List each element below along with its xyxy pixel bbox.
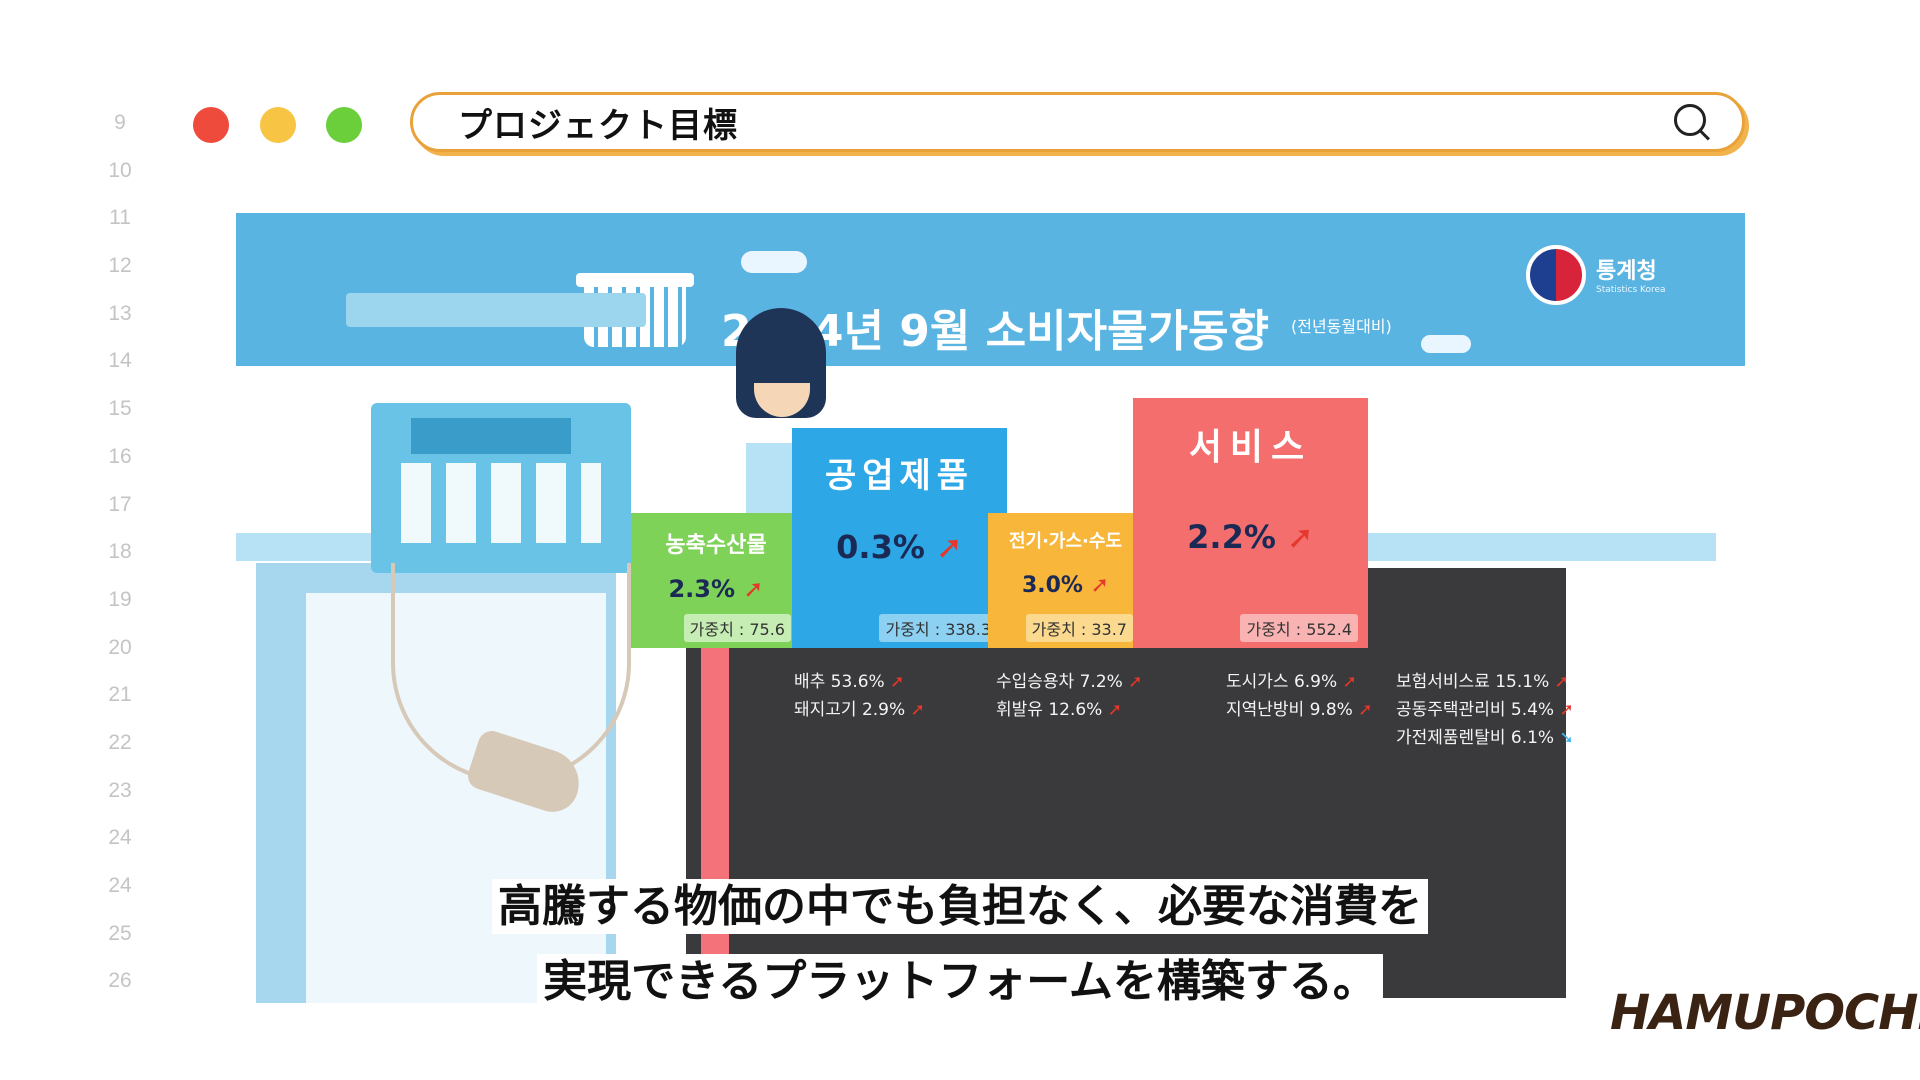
maximize-window-button[interactable] [326, 107, 362, 143]
line-number: 22 [108, 730, 132, 754]
category-value: 2.3% ➚ [668, 575, 764, 603]
item-list-agri: 배추 53.6% ➚ 돼지고기 2.9% ➚ [794, 668, 925, 724]
category-label: 전기·가스·수도 [1008, 531, 1123, 552]
list-item: 돼지고기 2.9% ➚ [794, 700, 925, 720]
line-number: 24 [108, 826, 132, 850]
watermark-logo: HAMUPOCHI [1610, 985, 1920, 1041]
line-number: 20 [108, 635, 132, 659]
category-utilities: 전기·가스·수도 3.0% ➚ 가중치 : 33.7 [988, 513, 1143, 648]
list-item: 가전제품렌탈비 6.1% ➘ [1396, 728, 1574, 748]
line-number: 18 [108, 540, 132, 564]
line-number: 16 [108, 444, 132, 468]
list-item: 보험서비스료 15.1% ➚ [1396, 672, 1569, 692]
line-number: 15 [108, 397, 132, 421]
category-services: 서비스 2.2% ➚ 가중치 : 552.4 [1133, 398, 1368, 648]
subtitle-text: 高騰する物価の中でも負担なく、必要な消費を [492, 879, 1428, 934]
cloud-icon [1421, 335, 1471, 353]
line-number: 23 [108, 778, 132, 802]
category-label: 서비스 [1188, 427, 1313, 468]
subtitle-line-1: 高騰する物価の中でも負担なく、必要な消費を [0, 870, 1920, 934]
item-list-utilities: 도시가스 6.9% ➚ 지역난방비 9.8% ➚ [1226, 668, 1372, 724]
category-weight: 가중치 : 338.3 [879, 614, 997, 642]
line-number: 13 [108, 301, 132, 325]
up-arrow-icon: ➚ [1090, 573, 1110, 598]
up-arrow-icon: ➚ [1287, 518, 1314, 556]
category-weight: 가중치 : 552.4 [1240, 614, 1358, 642]
line-number: 12 [108, 254, 132, 278]
line-number: 9 [114, 111, 126, 134]
category-weight: 가중치 : 33.7 [1025, 614, 1133, 642]
list-item: 휘발유 12.6% ➚ [996, 700, 1122, 720]
list-item: 배추 53.6% ➚ [794, 672, 905, 692]
org-subtitle: Statistics Korea [1596, 285, 1666, 295]
category-value: 2.2% ➚ [1187, 518, 1314, 556]
line-number: 10 [108, 158, 132, 182]
search-icon[interactable] [1672, 102, 1712, 142]
list-item: 도시가스 6.9% ➚ [1226, 672, 1357, 692]
list-item: 지역난방비 9.8% ➚ [1226, 700, 1373, 720]
org-name: 통계청 [1596, 259, 1657, 284]
close-window-button[interactable] [193, 107, 229, 143]
line-number: 21 [108, 683, 132, 707]
register-stand [346, 293, 646, 327]
category-value: 3.0% ➚ [1021, 573, 1110, 598]
up-arrow-icon: ➚ [936, 528, 963, 566]
category-label: 공업제품 [824, 456, 975, 496]
list-item: 공동주택관리비 5.4% ➚ [1396, 700, 1574, 720]
shelf-accent [701, 603, 729, 1003]
category-label: 농축수산물 [665, 533, 767, 558]
line-number: 17 [108, 492, 132, 516]
cash-register-icon [371, 403, 631, 573]
category-value: 0.3% ➚ [836, 528, 963, 566]
minimize-window-button[interactable] [260, 107, 296, 143]
category-industrial: 공업제품 0.3% ➚ 가중치 : 338.3 [792, 428, 1007, 648]
up-arrow-icon: ➚ [743, 575, 764, 603]
item-list-industrial: 수입승용차 7.2% ➚ 휘발유 12.6% ➚ [996, 668, 1142, 724]
cloud-icon [741, 251, 807, 273]
item-list-services: 보험서비스료 15.1% ➚ 공동주택관리비 5.4% ➚ 가전제품렌탈비 6.… [1396, 668, 1574, 752]
line-number: 14 [108, 349, 132, 373]
category-agri: 농축수산물 2.3% ➚ 가중치 : 75.6 [631, 513, 801, 648]
statistics-korea-logo-icon [1526, 245, 1586, 305]
search-bar-title[interactable]: プロジェクト目標 [458, 98, 1672, 147]
infographic-subtitle: (전년동월대비) [1291, 317, 1392, 336]
category-weight: 가중치 : 75.6 [683, 614, 791, 642]
search-bar[interactable]: プロジェクト目標 [410, 92, 1745, 152]
subtitle-text: 実現できるプラットフォームを構築する。 [537, 954, 1383, 1009]
line-number: 19 [108, 587, 132, 611]
line-number: 11 [109, 206, 131, 230]
list-item: 수입승용차 7.2% ➚ [996, 672, 1143, 692]
